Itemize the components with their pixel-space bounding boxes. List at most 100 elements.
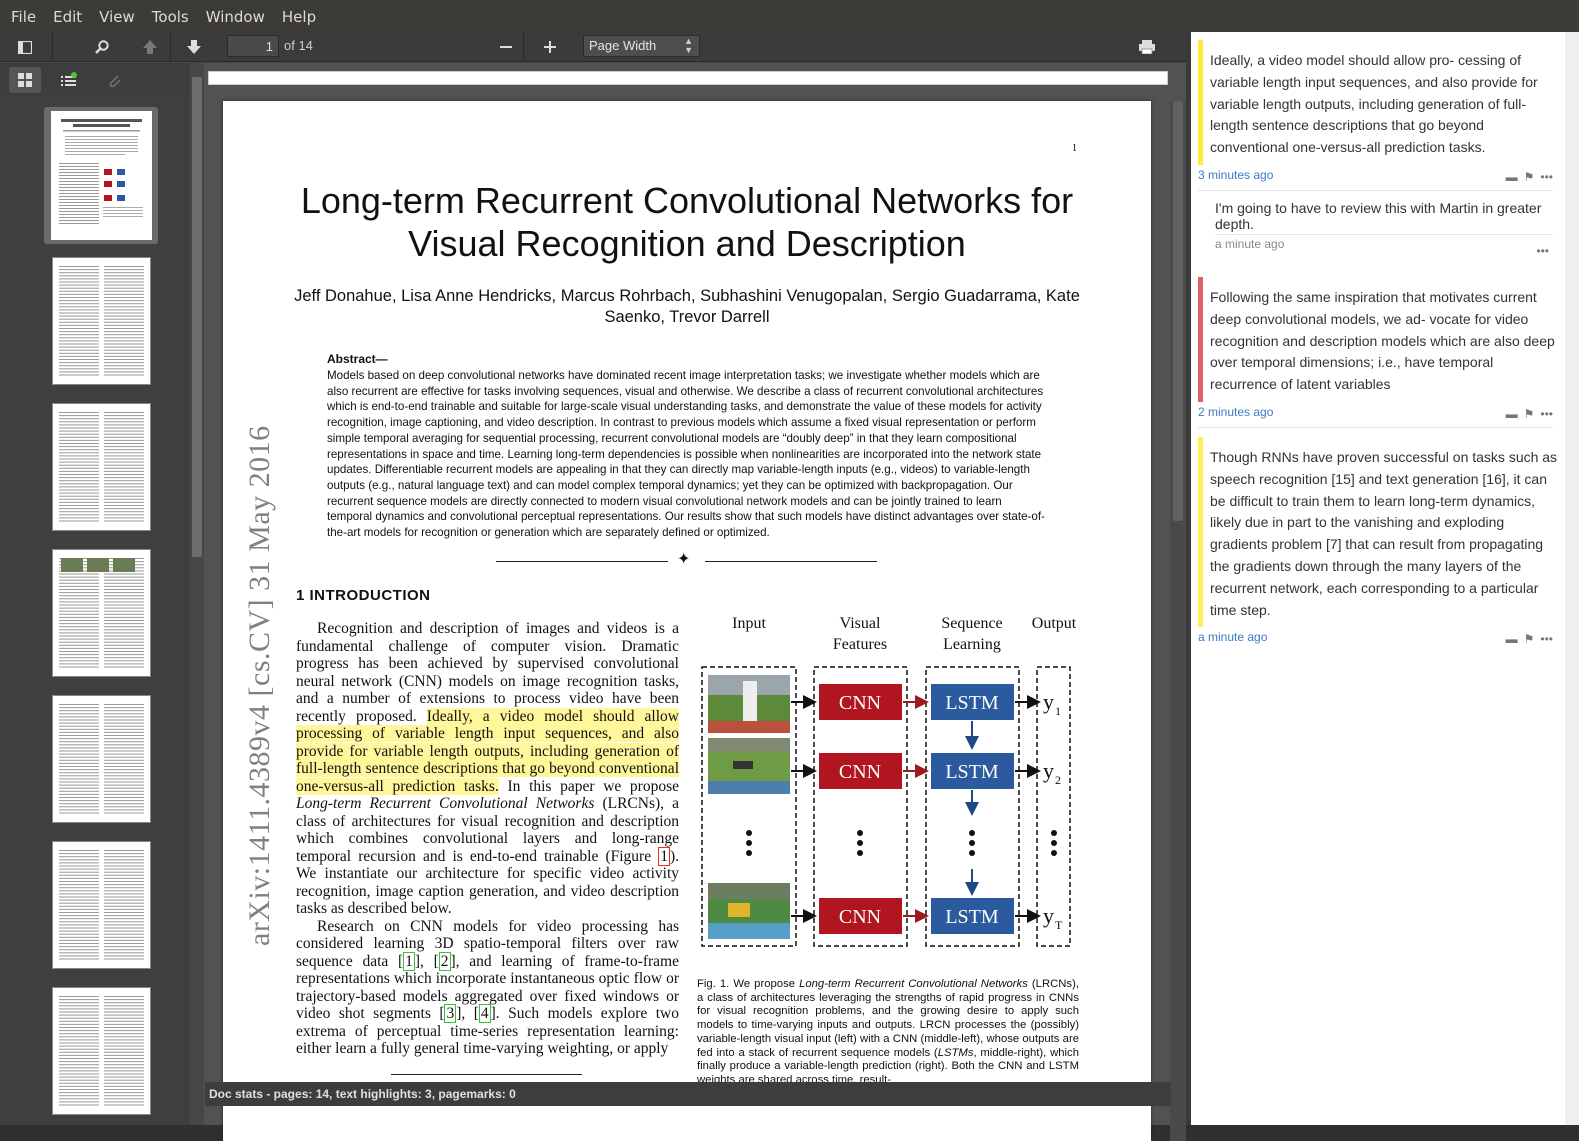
annotation-card[interactable]: Ideally, a video model should allow pro-… — [1191, 40, 1553, 184]
scrollbar-thumb[interactable] — [192, 77, 202, 557]
output-y1-sub: 1 — [1055, 704, 1061, 718]
fig-col-output: Output — [1032, 615, 1077, 632]
citation-link[interactable]: 1 — [403, 951, 415, 971]
figure-caption: Fig. 1. We propose Long-term Recurrent C… — [697, 978, 1079, 1086]
paragraph: Recognition and description of images an… — [296, 620, 680, 917]
select-caret-icon: ▲ ▼ — [684, 36, 693, 55]
pdf-viewer: of 14 Page Width ▲▼ — [0, 32, 1186, 1141]
find-bar[interactable] — [208, 71, 1168, 85]
input-frame — [708, 738, 790, 794]
annotation-actions: ▬ ⚑ ••• — [1506, 632, 1553, 646]
citation-link[interactable]: 2 — [438, 951, 451, 971]
annotation-card[interactable]: Following the same inspiration that moti… — [1191, 277, 1555, 421]
annotation-actions: ▬ ⚑ ••• — [1506, 170, 1553, 184]
annotation-quote: Though RNNs have proven successful on ta… — [1198, 437, 1560, 628]
menu-window[interactable]: Window — [197, 0, 273, 32]
zoom-out-button[interactable] — [492, 35, 520, 59]
annotation-reply[interactable]: I'm going to have to review this with Ma… — [1191, 200, 1553, 252]
separator — [1215, 234, 1553, 235]
more-icon[interactable]: ••• — [1540, 170, 1553, 184]
input-frame — [708, 883, 790, 939]
menu-file[interactable]: File — [2, 0, 44, 32]
document-scrollbar[interactable] — [1170, 101, 1186, 1141]
thumbnail-preview — [59, 266, 144, 376]
page-thumbnail-4[interactable] — [52, 549, 151, 677]
lstm-label: LSTM — [945, 906, 999, 928]
flag-icon[interactable]: ⚑ — [1524, 632, 1535, 646]
scrollbar-thumb[interactable] — [1173, 101, 1183, 521]
sidebar-toggle-icon — [18, 40, 32, 54]
tab-attachments[interactable] — [98, 67, 130, 93]
comment-icon[interactable]: ▬ — [1506, 170, 1518, 184]
sidebar-scrollbar[interactable] — [190, 63, 204, 1125]
sidebar-tabs — [0, 63, 190, 95]
outline-icon — [61, 72, 77, 86]
zoom-select[interactable]: Page Width ▲ ▼ — [583, 35, 700, 57]
flag-icon[interactable]: ⚑ — [1524, 170, 1535, 184]
page-number-input[interactable] — [227, 35, 279, 57]
sidebar-toggle-button[interactable] — [10, 35, 40, 59]
page-number: 1 — [1072, 143, 1077, 154]
page-thumbnail-3[interactable] — [52, 403, 151, 531]
input-frame — [708, 675, 790, 733]
section-heading: 1 INTRODUCTION — [296, 587, 431, 604]
previous-page-button[interactable] — [136, 35, 164, 59]
cnn-label: CNN — [839, 761, 881, 783]
body-text: Recognition and description of images an… — [296, 620, 679, 1058]
annotations-scrollbar[interactable] — [1565, 32, 1579, 1125]
page-count-label: of 14 — [284, 38, 313, 53]
lstm-label: LSTM — [945, 692, 999, 714]
thumbnail-preview — [59, 850, 144, 960]
figure-ref-link[interactable]: 1 — [658, 846, 670, 866]
lstm-label: LSTM — [945, 761, 999, 783]
fig-col-seq: Sequence — [941, 615, 1002, 632]
annotation-quote: Following the same inspiration that moti… — [1198, 277, 1560, 402]
tab-outline[interactable] — [53, 67, 85, 93]
comment-icon[interactable]: ▬ — [1506, 407, 1518, 421]
annotation-card[interactable]: Though RNNs have proven successful on ta… — [1191, 437, 1557, 646]
citation-link[interactable]: 3 — [444, 1004, 457, 1023]
page-thumbnail-5[interactable] — [52, 695, 151, 823]
menu-bar: File Edit View Tools Window Help — [0, 0, 1579, 32]
more-icon[interactable]: ••• — [1540, 407, 1553, 421]
minus-icon — [500, 46, 512, 48]
pdf-page: 1 Long-term Recurrent Convolutional Netw… — [223, 101, 1151, 1141]
thumbnails-icon — [18, 73, 32, 87]
annotation-actions: ▬ ⚑ ••• — [1506, 407, 1553, 421]
flag-icon[interactable]: ⚑ — [1524, 407, 1535, 421]
zoom-in-button[interactable] — [536, 35, 564, 59]
fig-col-visual: Visual — [840, 615, 881, 632]
menu-tools[interactable]: Tools — [143, 0, 197, 32]
search-button[interactable] — [88, 35, 116, 59]
thumbnail-preview — [59, 412, 144, 522]
more-icon[interactable]: ••• — [1540, 632, 1553, 646]
menu-view[interactable]: View — [90, 0, 143, 32]
separator — [1198, 190, 1553, 191]
page-thumbnail-7[interactable] — [52, 987, 151, 1115]
arrow-down-icon — [187, 40, 201, 54]
tab-thumbnails[interactable] — [9, 67, 41, 93]
fig-col-input: Input — [732, 615, 766, 632]
separator — [1198, 427, 1553, 428]
arrow-up-icon — [143, 40, 157, 54]
citation-link[interactable]: 4 — [478, 1004, 491, 1023]
fig-col-visual2: Features — [833, 636, 887, 653]
page-thumbnail-2[interactable] — [52, 257, 151, 385]
paper-authors: Jeff Donahue, Lisa Anne Hendricks, Marcu… — [294, 287, 1080, 326]
paragraph: Research on CNN models for video process… — [296, 917, 679, 1058]
menu-help[interactable]: Help — [273, 0, 324, 32]
page-thumbnail-6[interactable] — [52, 841, 151, 969]
next-page-button[interactable] — [180, 35, 208, 59]
reply-text: I'm going to have to review this with Ma… — [1215, 200, 1542, 232]
menu-edit[interactable]: Edit — [44, 0, 90, 32]
search-icon — [95, 40, 109, 54]
page-thumbnail-1[interactable] — [44, 107, 158, 244]
print-button[interactable] — [1132, 35, 1162, 59]
lrcn-figure: Input Visual Features Sequence Learning … — [701, 615, 1077, 947]
abstract-text: Models based on deep convolutional netwo… — [327, 369, 1045, 540]
zoom-select-value: Page Width — [589, 38, 657, 53]
more-icon[interactable]: ••• — [1536, 244, 1549, 258]
comment-icon[interactable]: ▬ — [1506, 632, 1518, 646]
document-area: 1 Long-term Recurrent Convolutional Netw… — [190, 63, 1186, 1141]
footnote-rule — [391, 1074, 582, 1075]
